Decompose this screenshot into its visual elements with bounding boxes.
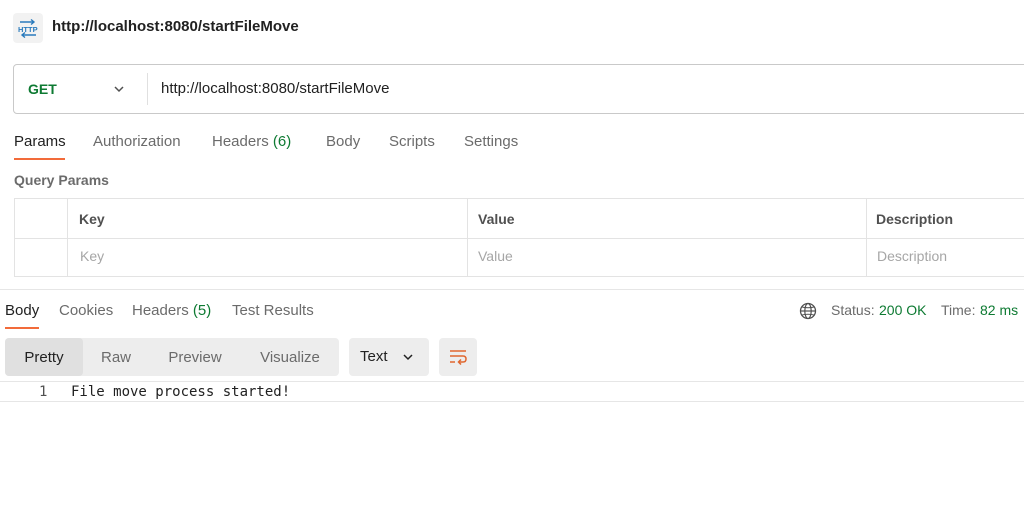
query-params-table: Key Value Description Key Value Descript… <box>14 198 1024 277</box>
tab-headers[interactable]: Headers (6) <box>212 133 291 150</box>
active-tab-indicator <box>14 158 65 160</box>
code-area-bottom-border <box>0 401 1024 402</box>
response-pane-divider[interactable] <box>0 289 1024 290</box>
chevron-down-icon <box>403 354 413 361</box>
tab-scripts[interactable]: Scripts <box>389 133 435 150</box>
response-status: Status: 200 OK Time: 82 ms <box>798 301 1024 321</box>
value-input[interactable]: Value <box>478 248 513 264</box>
tab-authorization[interactable]: Authorization <box>93 133 181 150</box>
tab-settings[interactable]: Settings <box>464 133 518 150</box>
chevron-down-icon[interactable] <box>112 82 126 96</box>
response-body-text[interactable]: File move process started! <box>71 384 290 400</box>
format-preview-button[interactable]: Preview <box>149 338 241 376</box>
response-tab-headers-label: Headers <box>132 302 189 319</box>
format-pretty-button[interactable]: Pretty <box>5 338 83 376</box>
table-divider <box>15 238 1024 239</box>
wrap-lines-button[interactable] <box>439 338 477 376</box>
line-number: 1 <box>39 384 48 400</box>
tab-params[interactable]: Params <box>14 133 66 150</box>
column-header-description: Description <box>876 211 954 227</box>
tab-headers-count: (6) <box>272 133 292 150</box>
request-tabs: Params Authorization Headers (6) Body Sc… <box>0 128 1024 162</box>
svg-text:HTTP: HTTP <box>18 25 38 34</box>
column-header-value: Value <box>478 211 515 227</box>
language-select[interactable]: Text <box>349 338 429 376</box>
key-input[interactable]: Key <box>80 248 104 264</box>
status-label: Status: <box>831 302 875 318</box>
response-tab-body[interactable]: Body <box>5 302 39 319</box>
tab-headers-label: Headers <box>212 133 269 150</box>
method-select[interactable]: GET <box>28 81 57 97</box>
time-label: Time: <box>941 302 976 318</box>
column-header-key: Key <box>79 211 105 227</box>
url-divider <box>147 73 148 105</box>
response-tab-test-results[interactable]: Test Results <box>232 302 314 319</box>
code-area-top-border <box>0 381 1024 382</box>
format-visualize-button[interactable]: Visualize <box>241 338 339 376</box>
language-label: Text <box>360 348 388 365</box>
response-tab-cookies[interactable]: Cookies <box>59 302 113 319</box>
description-input[interactable]: Description <box>877 248 947 264</box>
url-bar: GET http://localhost:8080/startFileMove <box>13 64 1024 114</box>
request-title[interactable]: http://localhost:8080/startFileMove <box>52 18 299 35</box>
response-tab-headers[interactable]: Headers (5) <box>132 302 211 319</box>
http-icon: HTTP <box>13 13 43 43</box>
response-tab-headers-count: (5) <box>192 302 212 319</box>
globe-icon[interactable] <box>798 301 818 321</box>
format-raw-button[interactable]: Raw <box>83 338 149 376</box>
active-response-tab-indicator <box>5 327 39 329</box>
request-title-row: HTTP http://localhost:8080/startFileMove <box>0 0 1024 56</box>
table-col-divider <box>866 199 867 276</box>
wrap-lines-icon <box>450 350 467 366</box>
status-code[interactable]: 200 OK <box>879 302 926 318</box>
query-params-label: Query Params <box>14 172 109 188</box>
tab-body[interactable]: Body <box>326 133 360 150</box>
table-col-divider <box>467 199 468 276</box>
table-col-divider <box>67 199 68 276</box>
response-time[interactable]: 82 ms <box>980 302 1018 318</box>
format-mode-group: Pretty Raw Preview Visualize <box>5 338 339 376</box>
url-input[interactable]: http://localhost:8080/startFileMove <box>161 80 389 97</box>
